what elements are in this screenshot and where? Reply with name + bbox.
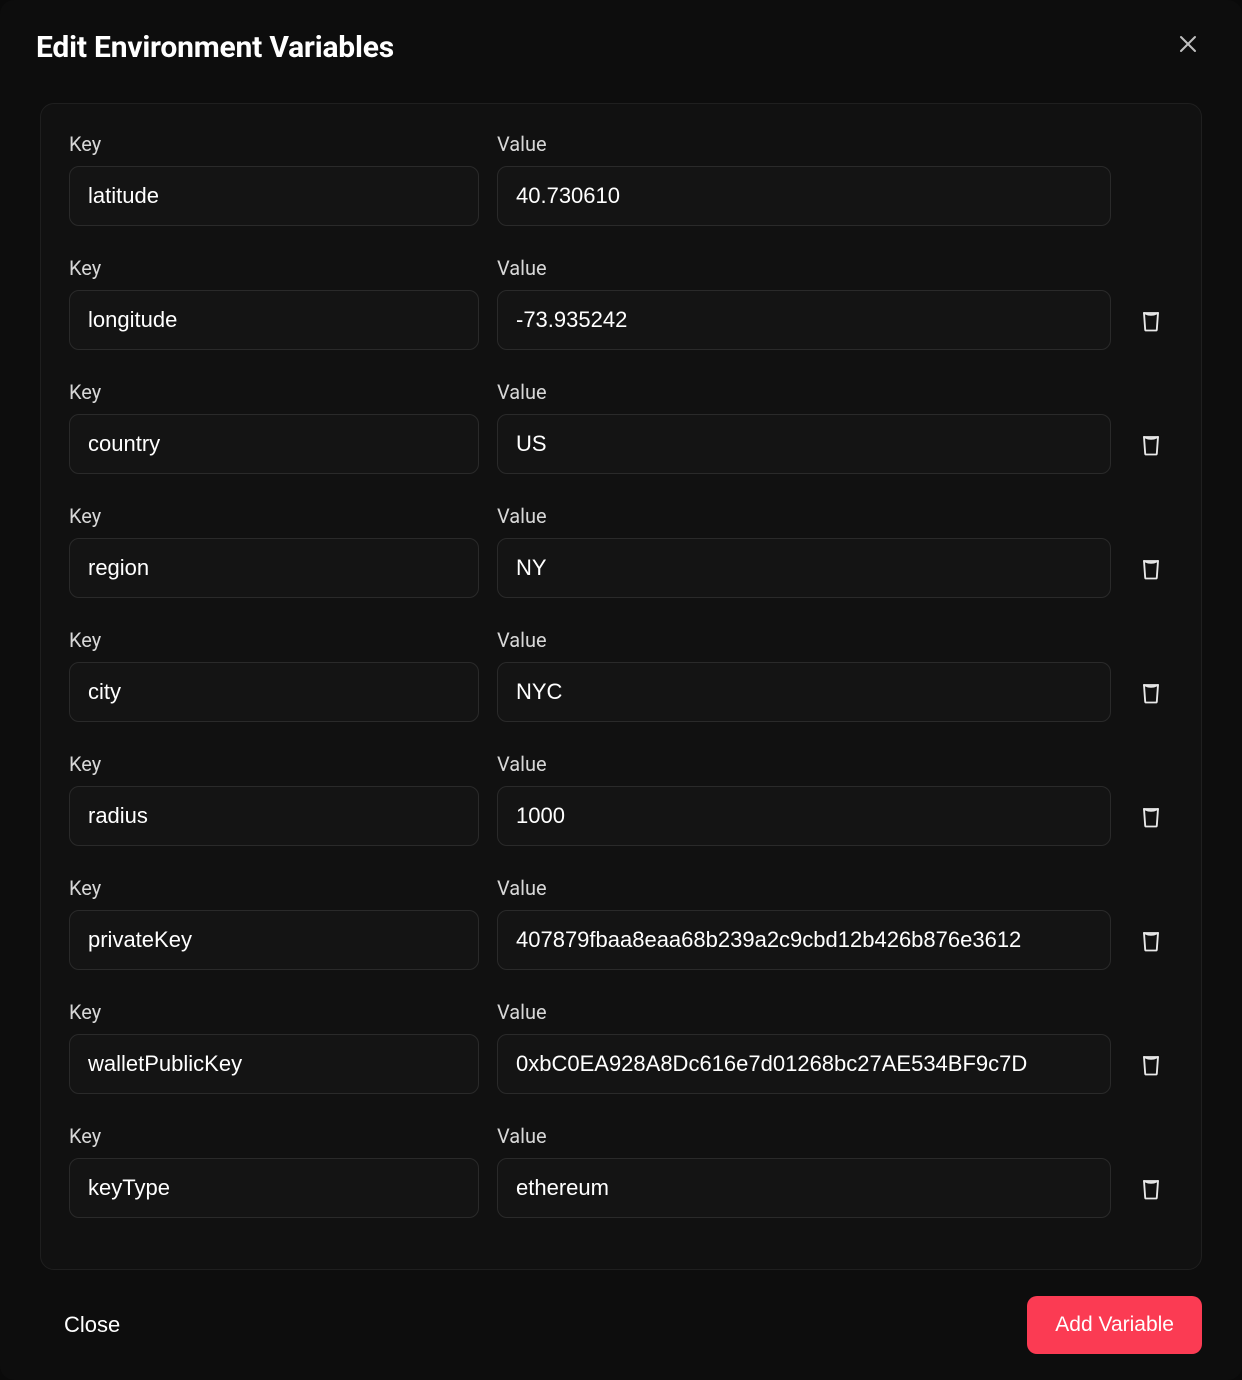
env-vars-panel: Key Value Key Value Key Value Key Value Key Va… [40, 103, 1202, 1270]
key-column-label: Key [69, 380, 479, 404]
delete-row-button[interactable] [1129, 422, 1173, 466]
value-column-label: Value [497, 504, 1173, 528]
env-key-input[interactable] [69, 910, 479, 970]
modal-footer: Close Add Variable [0, 1270, 1242, 1380]
trash-icon [1137, 1174, 1165, 1202]
modal-header: Edit Environment Variables [0, 0, 1242, 75]
env-value-input[interactable] [497, 166, 1111, 226]
env-var-row: Key Value [69, 256, 1173, 350]
env-value-input[interactable] [497, 1158, 1111, 1218]
env-key-input[interactable] [69, 1158, 479, 1218]
env-value-input[interactable] [497, 662, 1111, 722]
key-column-label: Key [69, 504, 479, 528]
env-var-row: Key Value [69, 380, 1173, 474]
key-column-label: Key [69, 752, 479, 776]
trash-icon [1137, 802, 1165, 830]
env-key-input[interactable] [69, 414, 479, 474]
trash-icon [1137, 678, 1165, 706]
add-variable-button[interactable]: Add Variable [1027, 1296, 1202, 1354]
env-value-input[interactable] [497, 290, 1111, 350]
modal-title: Edit Environment Variables [36, 30, 394, 65]
trash-icon [1137, 306, 1165, 334]
env-value-input[interactable] [497, 1034, 1111, 1094]
env-var-row: Key Value [69, 628, 1173, 722]
delete-row-button[interactable] [1129, 918, 1173, 962]
env-key-input[interactable] [69, 1034, 479, 1094]
env-value-input[interactable] [497, 910, 1111, 970]
edit-env-vars-modal: Edit Environment Variables Key Value Key Va… [0, 0, 1242, 1380]
env-key-input[interactable] [69, 786, 479, 846]
value-column-label: Value [497, 256, 1173, 280]
delete-row-button[interactable] [1129, 546, 1173, 590]
env-var-row: Key Value [69, 1000, 1173, 1094]
trash-icon [1137, 430, 1165, 458]
delete-spacer [1129, 174, 1173, 218]
env-key-input[interactable] [69, 538, 479, 598]
close-icon [1179, 35, 1197, 53]
value-column-label: Value [497, 1124, 1173, 1148]
key-column-label: Key [69, 628, 479, 652]
trash-icon [1137, 554, 1165, 582]
env-value-input[interactable] [497, 538, 1111, 598]
value-column-label: Value [497, 628, 1173, 652]
env-key-input[interactable] [69, 662, 479, 722]
key-column-label: Key [69, 876, 479, 900]
env-var-row: Key Value [69, 504, 1173, 598]
value-column-label: Value [497, 380, 1173, 404]
trash-icon [1137, 926, 1165, 954]
value-column-label: Value [497, 876, 1173, 900]
delete-row-button[interactable] [1129, 794, 1173, 838]
delete-row-button[interactable] [1129, 670, 1173, 714]
env-var-row: Key Value [69, 132, 1173, 226]
value-column-label: Value [497, 752, 1173, 776]
close-icon-button[interactable] [1174, 30, 1202, 58]
env-value-input[interactable] [497, 414, 1111, 474]
value-column-label: Value [497, 132, 1173, 156]
delete-row-button[interactable] [1129, 1166, 1173, 1210]
delete-row-button[interactable] [1129, 298, 1173, 342]
key-column-label: Key [69, 256, 479, 280]
delete-row-button[interactable] [1129, 1042, 1173, 1086]
key-column-label: Key [69, 1124, 479, 1148]
key-column-label: Key [69, 1000, 479, 1024]
key-column-label: Key [69, 132, 479, 156]
close-button[interactable]: Close [64, 1312, 120, 1338]
env-var-row: Key Value [69, 876, 1173, 970]
env-value-input[interactable] [497, 786, 1111, 846]
trash-icon [1137, 1050, 1165, 1078]
value-column-label: Value [497, 1000, 1173, 1024]
env-var-row: Key Value [69, 1124, 1173, 1218]
env-key-input[interactable] [69, 166, 479, 226]
env-key-input[interactable] [69, 290, 479, 350]
env-var-row: Key Value [69, 752, 1173, 846]
